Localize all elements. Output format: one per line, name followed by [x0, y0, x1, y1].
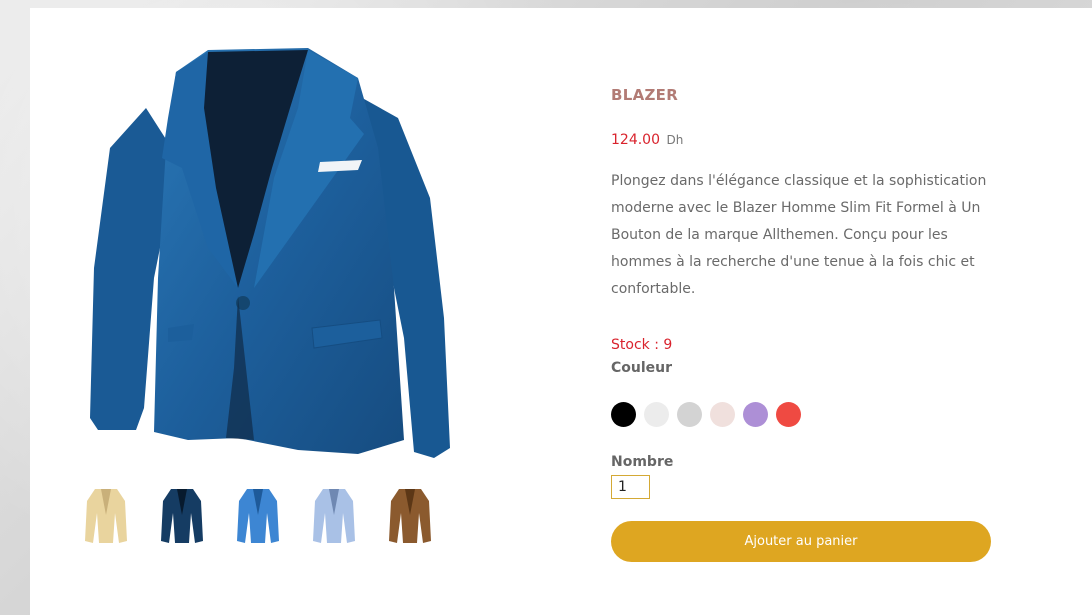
thumbnail-beige[interactable] — [68, 480, 144, 550]
thumbnail-blue[interactable] — [220, 480, 296, 550]
thumbnail-brown[interactable] — [372, 480, 448, 550]
color-swatch-purple[interactable] — [743, 402, 768, 427]
blazer-thumbnail-blue — [237, 489, 279, 543]
blazer-image — [90, 48, 450, 458]
color-label: Couleur — [611, 360, 673, 376]
price-row: 124.00 Dh — [611, 132, 1011, 152]
quantity-input[interactable] — [611, 475, 650, 499]
product-info: BLAZER 124.00 Dh Plongez dans l'élégance… — [611, 86, 1011, 303]
blazer-thumbnail-navy — [161, 489, 203, 543]
thumbnail-light-blue[interactable] — [296, 480, 372, 550]
color-swatches — [611, 402, 801, 427]
add-to-cart-button[interactable]: Ajouter au panier — [611, 521, 991, 562]
color-swatch-black[interactable] — [611, 402, 636, 427]
product-title: BLAZER — [611, 86, 679, 104]
product-description: Plongez dans l'élégance classique et la … — [611, 173, 987, 297]
main-product-image — [58, 38, 468, 483]
color-swatch-white[interactable] — [644, 402, 669, 427]
blazer-thumbnail-brown — [389, 489, 431, 543]
product-card: BLAZER 124.00 Dh Plongez dans l'élégance… — [30, 8, 1092, 615]
color-swatch-pink[interactable] — [710, 402, 735, 427]
product-price: 124.00 — [611, 132, 660, 148]
price-currency: Dh — [666, 133, 684, 147]
thumbnail-navy[interactable] — [144, 480, 220, 550]
color-swatch-red[interactable] — [776, 402, 801, 427]
blazer-thumbnail-light-blue — [313, 489, 355, 543]
color-swatch-light-gray[interactable] — [677, 402, 702, 427]
stock-status: Stock : 9 — [611, 337, 673, 353]
thumbnail-list — [68, 480, 448, 550]
blazer-thumbnail-beige — [85, 489, 127, 543]
quantity-label: Nombre — [611, 454, 674, 470]
